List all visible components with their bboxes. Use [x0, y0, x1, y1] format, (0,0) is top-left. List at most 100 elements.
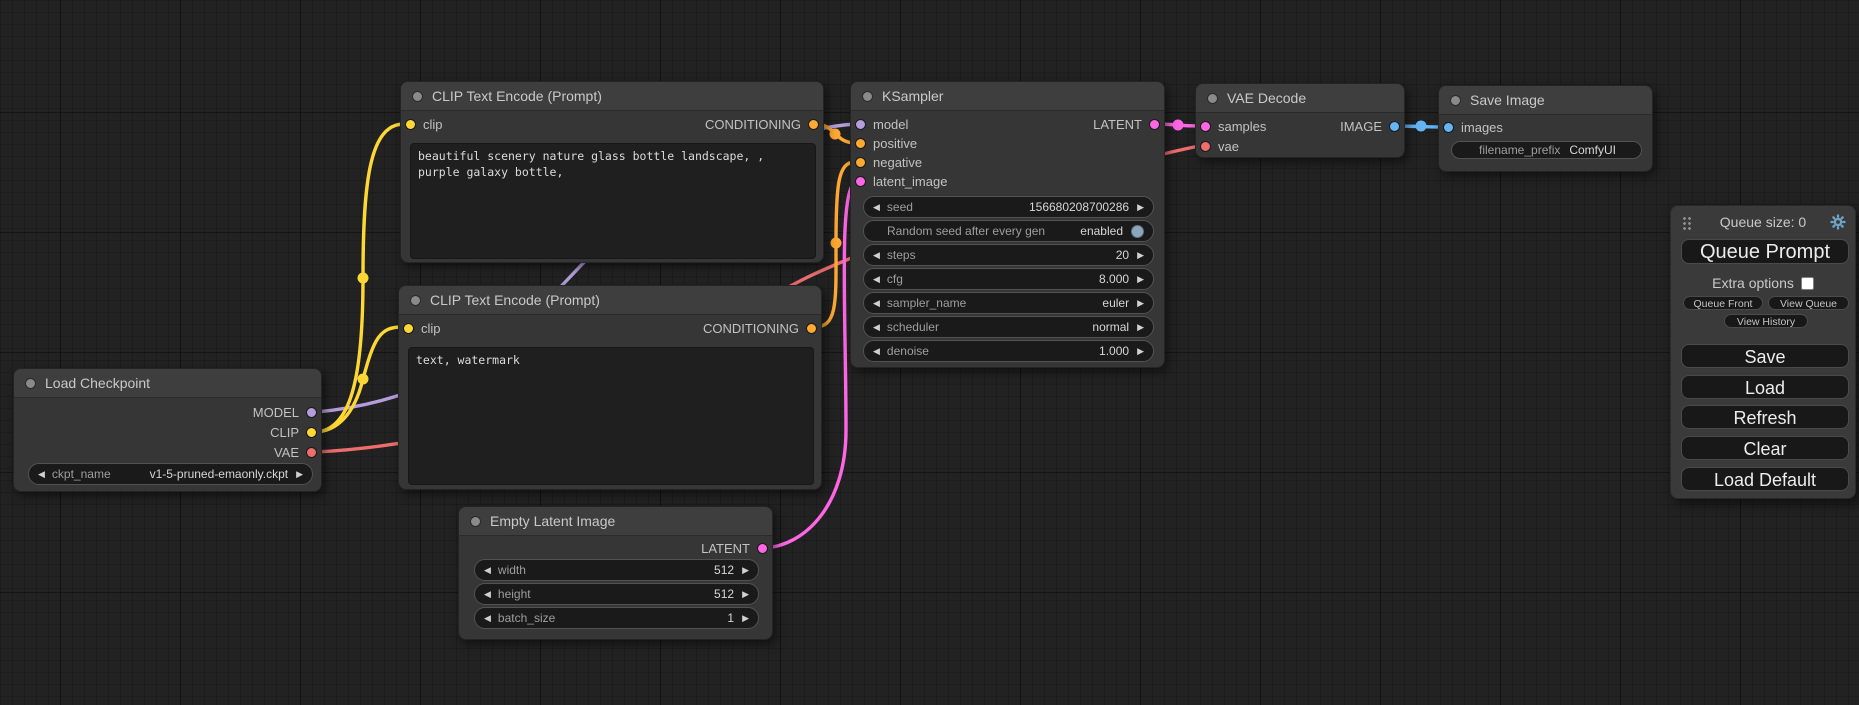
output-dot-conditioning[interactable]	[808, 119, 819, 130]
steps-widget[interactable]: ◀ steps 20 ▶	[863, 244, 1154, 266]
decrement-arrow-icon[interactable]: ◀	[873, 245, 880, 265]
queue-prompt-button[interactable]: Queue Prompt	[1681, 239, 1849, 264]
queue-front-button[interactable]: Queue Front	[1683, 296, 1763, 310]
node-title: Empty Latent Image	[490, 513, 615, 529]
decrement-arrow-icon[interactable]: ◀	[484, 584, 491, 604]
collapse-dot-icon[interactable]	[862, 91, 873, 102]
node-title-bar[interactable]: VAE Decode	[1196, 84, 1404, 113]
collapse-dot-icon[interactable]	[410, 295, 421, 306]
collapse-dot-icon[interactable]	[470, 516, 481, 527]
output-dot-model[interactable]	[306, 407, 317, 418]
load-button[interactable]: Load	[1681, 375, 1849, 399]
negative-prompt-textarea[interactable]: text, watermark	[408, 347, 814, 485]
comfyui-canvas[interactable]: { "colors": { "model": "#b39ddb", "clip"…	[0, 0, 1859, 705]
sampler-name-widget[interactable]: ◀ sampler_name euler ▶	[863, 292, 1154, 314]
increment-arrow-icon[interactable]: ▶	[1137, 293, 1144, 313]
collapse-dot-icon[interactable]	[1207, 93, 1218, 104]
widget-value: 1.000	[1099, 344, 1129, 358]
output-dot-vae[interactable]	[306, 447, 317, 458]
widget-value: enabled	[1080, 224, 1123, 238]
slot-label: IMAGE	[1340, 119, 1382, 134]
decrement-arrow-icon[interactable]: ◀	[873, 197, 880, 217]
cfg-widget[interactable]: ◀ cfg 8.000 ▶	[863, 268, 1154, 290]
input-dot-model[interactable]	[855, 119, 866, 130]
collapse-dot-icon[interactable]	[25, 378, 36, 389]
widget-value: euler	[1102, 296, 1129, 310]
input-slot-clip: clip	[403, 320, 441, 338]
widget-label: height	[498, 587, 531, 601]
output-dot-image[interactable]	[1389, 121, 1400, 132]
node-title-bar[interactable]: CLIP Text Encode (Prompt)	[399, 286, 821, 315]
node-save-image[interactable]: Save Image images filename_prefix ComfyU…	[1438, 85, 1653, 172]
queue-size-label: Queue size: 0	[1671, 214, 1855, 230]
node-title-bar[interactable]: Empty Latent Image	[459, 507, 772, 536]
decrement-arrow-icon[interactable]: ◀	[484, 608, 491, 628]
scheduler-widget[interactable]: ◀ scheduler normal ▶	[863, 316, 1154, 338]
output-dot-latent[interactable]	[1149, 119, 1160, 130]
decrement-arrow-icon[interactable]: ◀	[38, 464, 45, 484]
increment-arrow-icon[interactable]: ▶	[742, 584, 749, 604]
input-dot-clip[interactable]	[405, 119, 416, 130]
increment-arrow-icon[interactable]: ▶	[1137, 341, 1144, 361]
refresh-button[interactable]: Refresh	[1681, 405, 1849, 429]
node-vae-decode[interactable]: VAE Decode samples vae IMAGE	[1195, 83, 1405, 158]
input-dot-latent-image[interactable]	[855, 176, 866, 187]
extra-options-checkbox[interactable]	[1801, 277, 1814, 290]
node-title-bar[interactable]: Save Image	[1439, 86, 1652, 115]
node-load-checkpoint[interactable]: Load Checkpoint MODEL CLIP VAE ◀ ckpt_na…	[13, 368, 322, 492]
output-dot-clip[interactable]	[306, 427, 317, 438]
node-empty-latent-image[interactable]: Empty Latent Image LATENT ◀ width 512 ▶ …	[458, 506, 773, 640]
input-dot-samples[interactable]	[1200, 121, 1211, 132]
positive-prompt-textarea[interactable]: beautiful scenery nature glass bottle la…	[410, 143, 816, 259]
input-dot-clip[interactable]	[403, 323, 414, 334]
input-dot-negative[interactable]	[855, 157, 866, 168]
increment-arrow-icon[interactable]: ▶	[1137, 317, 1144, 337]
output-dot-conditioning[interactable]	[806, 323, 817, 334]
widget-value: 8.000	[1099, 272, 1129, 286]
decrement-arrow-icon[interactable]: ◀	[873, 341, 880, 361]
increment-arrow-icon[interactable]: ▶	[296, 464, 303, 484]
link-dot	[1173, 120, 1184, 131]
collapse-dot-icon[interactable]	[1450, 95, 1461, 106]
width-widget[interactable]: ◀ width 512 ▶	[474, 559, 759, 581]
decrement-arrow-icon[interactable]: ◀	[873, 269, 880, 289]
node-title-bar[interactable]: KSampler	[851, 82, 1164, 111]
output-dot-latent[interactable]	[757, 543, 768, 554]
batch-size-widget[interactable]: ◀ batch_size 1 ▶	[474, 607, 759, 629]
node-title-bar[interactable]: CLIP Text Encode (Prompt)	[401, 82, 823, 111]
input-dot-images[interactable]	[1443, 122, 1454, 133]
decrement-arrow-icon[interactable]: ◀	[873, 317, 880, 337]
increment-arrow-icon[interactable]: ▶	[1137, 269, 1144, 289]
seed-widget[interactable]: ◀ seed 156680208700286 ▶	[863, 196, 1154, 218]
node-clip-text-encode-negative[interactable]: CLIP Text Encode (Prompt) clip CONDITION…	[398, 285, 822, 490]
denoise-widget[interactable]: ◀ denoise 1.000 ▶	[863, 340, 1154, 362]
widget-label: batch_size	[498, 611, 555, 625]
increment-arrow-icon[interactable]: ▶	[742, 608, 749, 628]
widget-label: cfg	[887, 272, 903, 286]
input-dot-positive[interactable]	[855, 138, 866, 149]
increment-arrow-icon[interactable]: ▶	[742, 560, 749, 580]
toggle-on-icon[interactable]	[1131, 225, 1144, 238]
widget-label: denoise	[887, 344, 929, 358]
increment-arrow-icon[interactable]: ▶	[1137, 245, 1144, 265]
decrement-arrow-icon[interactable]: ◀	[484, 560, 491, 580]
clear-button[interactable]: Clear	[1681, 436, 1849, 460]
height-widget[interactable]: ◀ height 512 ▶	[474, 583, 759, 605]
collapse-dot-icon[interactable]	[412, 91, 423, 102]
save-button[interactable]: Save	[1681, 344, 1849, 368]
view-queue-button[interactable]: View Queue	[1768, 296, 1849, 310]
node-ksampler[interactable]: KSampler model positive negative latent_…	[850, 81, 1165, 368]
output-slot-vae: VAE	[274, 444, 317, 462]
view-history-button[interactable]: View History	[1724, 314, 1808, 328]
settings-gear-icon[interactable]	[1830, 214, 1846, 230]
filename-prefix-widget[interactable]: filename_prefix ComfyUI	[1451, 141, 1642, 159]
node-clip-text-encode-positive[interactable]: CLIP Text Encode (Prompt) clip CONDITION…	[400, 81, 824, 263]
input-slot-images: images	[1443, 119, 1503, 137]
decrement-arrow-icon[interactable]: ◀	[873, 293, 880, 313]
load-default-button[interactable]: Load Default	[1681, 467, 1849, 491]
increment-arrow-icon[interactable]: ▶	[1137, 197, 1144, 217]
ckpt-name-widget[interactable]: ◀ ckpt_name v1-5-pruned-emaonly.ckpt ▶	[28, 463, 313, 485]
random-seed-toggle-widget[interactable]: Random seed after every gen enabled	[863, 220, 1154, 242]
input-dot-vae[interactable]	[1200, 141, 1211, 152]
node-title-bar[interactable]: Load Checkpoint	[14, 369, 321, 398]
